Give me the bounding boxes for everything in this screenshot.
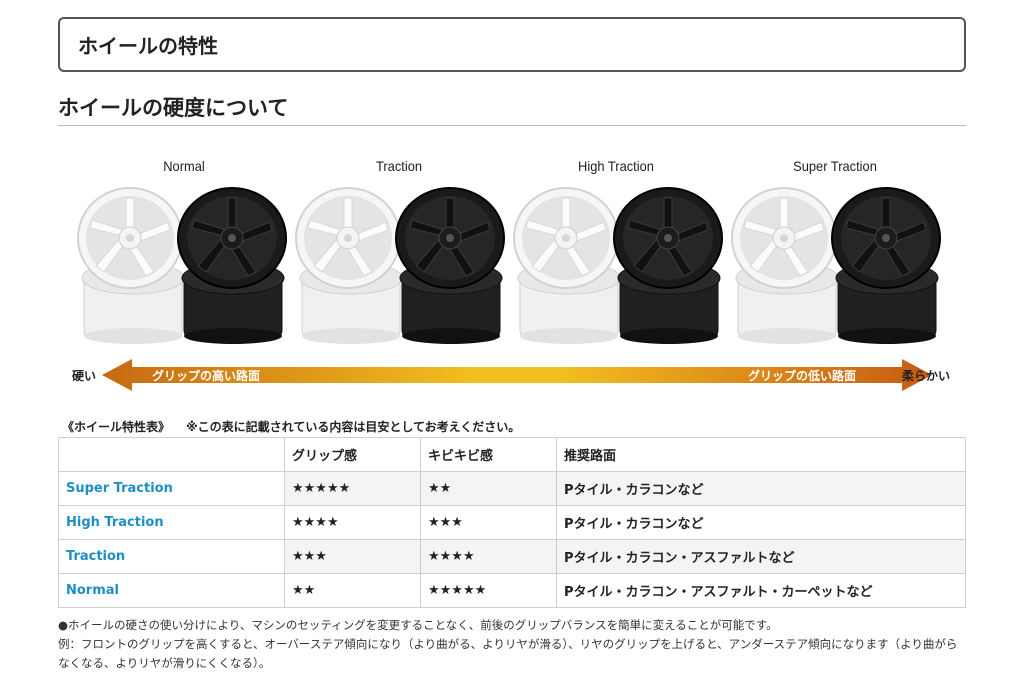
recommended-surface: Pタイル・カラコン・アスファルトなど	[556, 539, 966, 574]
white-wheel-image	[294, 186, 406, 346]
wheel-pair-normal	[76, 186, 294, 346]
hard-label: 硬い	[72, 369, 97, 383]
white-wheel-image	[730, 186, 842, 346]
wheel-label-super-traction: Super Traction	[793, 158, 877, 174]
wheel-pair-high-traction	[512, 186, 730, 346]
recommended-surface: Pタイル・カラコンなど	[556, 505, 966, 540]
black-wheel-image	[830, 186, 942, 346]
black-wheel-image	[176, 186, 288, 346]
white-wheel-image	[76, 186, 188, 346]
wheel-type-name: Normal	[58, 573, 285, 608]
table-row: Normal ★★ ★★★★★ Pタイル・カラコン・アスファルト・カーペットなど	[58, 573, 966, 608]
agility-rating: ★★★★	[420, 539, 557, 574]
black-wheel-image	[394, 186, 506, 346]
wheel-label-high-traction: High Traction	[578, 158, 654, 174]
grip-rating: ★★★★	[284, 505, 421, 540]
wheel-label-normal: Normal	[163, 158, 205, 174]
table-title: 《ホイール特性表》	[62, 420, 171, 434]
table-note: ※この表に記載されている内容は目安としてお考えください。	[186, 420, 521, 434]
high-grip-surface-label: グリップの高い路面	[152, 369, 261, 383]
table-row: High Traction ★★★★ ★★★ Pタイル・カラコンなど	[58, 505, 966, 540]
low-grip-surface-label: グリップの低い路面	[748, 369, 857, 383]
soft-label: 柔らかい	[902, 369, 951, 383]
wheel-label-traction: Traction	[375, 158, 423, 174]
notes-block: ●ホイールの硬さの使い分けにより、マシンのセッティングを変更することなく、前後の…	[58, 616, 968, 673]
agility-rating: ★★★★★	[420, 573, 557, 608]
header-empty	[58, 437, 285, 472]
table-header-row: グリップ感 キビキビ感 推奨路面	[58, 437, 966, 472]
table-row: Traction ★★★ ★★★★ Pタイル・カラコン・アスファルトなど	[58, 539, 966, 574]
wheel-type-name: High Traction	[58, 505, 285, 540]
recommended-surface: Pタイル・カラコン・アスファルト・カーペットなど	[556, 573, 966, 608]
white-wheel-image	[512, 186, 624, 346]
hardness-scale-arrow: 硬い グリップの高い路面 グリップの低い路面 柔らかい	[72, 356, 952, 394]
recommended-surface: Pタイル・カラコンなど	[556, 471, 966, 506]
table-caption: 《ホイール特性表》 ※この表に記載されている内容は目安としてお考えください。	[62, 418, 520, 435]
grip-rating: ★★	[284, 573, 421, 608]
wheel-spec-table: グリップ感 キビキビ感 推奨路面 Super Traction ★★★★★ ★★…	[58, 437, 966, 608]
table-row: Super Traction ★★★★★ ★★ Pタイル・カラコンなど	[58, 471, 966, 506]
black-wheel-image	[612, 186, 724, 346]
note-line-2: 例：フロントのグリップを高くすると、オーバーステア傾向になり（より曲がる、よりリ…	[58, 637, 958, 670]
wheel-type-name: Traction	[58, 539, 285, 574]
grip-rating: ★★★★★	[284, 471, 421, 506]
page-title: ホイールの特性	[58, 17, 966, 72]
wheel-pair-super-traction	[730, 186, 948, 346]
agility-rating: ★★★	[420, 505, 557, 540]
wheel-type-name: Super Traction	[58, 471, 285, 506]
agility-rating: ★★	[420, 471, 557, 506]
header-agility: キビキビ感	[420, 437, 557, 472]
note-line-1: ●ホイールの硬さの使い分けにより、マシンのセッティングを変更することなく、前後の…	[58, 618, 778, 632]
grip-rating: ★★★	[284, 539, 421, 574]
wheel-pair-traction	[294, 186, 512, 346]
header-surface: 推奨路面	[556, 437, 966, 472]
section-heading: ホイールの硬度について	[58, 92, 966, 126]
header-grip: グリップ感	[284, 437, 421, 472]
